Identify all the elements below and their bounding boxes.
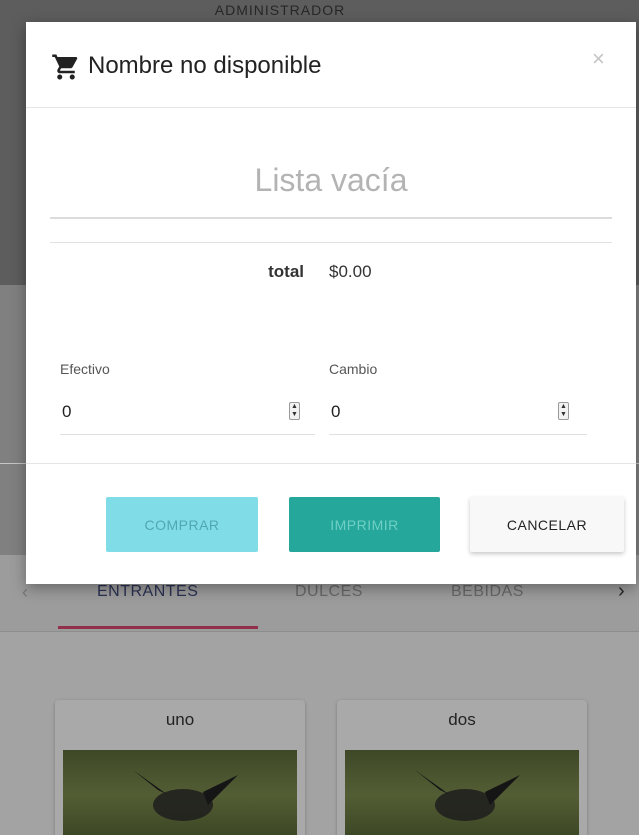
modal-title: Nombre no disponible xyxy=(88,52,322,79)
imprimir-button[interactable]: IMPRIMIR xyxy=(289,497,440,552)
cancelar-button[interactable]: CANCELAR xyxy=(470,497,624,552)
cambio-value: 0 xyxy=(331,402,341,421)
efectivo-label: Efectivo xyxy=(60,361,110,377)
cambio-spinner[interactable]: ▲ ▼ xyxy=(558,402,569,420)
list-divider xyxy=(50,217,612,219)
cambio-input[interactable]: 0 ▲ ▼ xyxy=(329,400,587,435)
efectivo-spinner[interactable]: ▲ ▼ xyxy=(289,402,300,420)
total-label: total xyxy=(268,262,304,281)
comprar-button[interactable]: COMPRAR xyxy=(106,497,258,552)
efectivo-input[interactable]: 0 ▲ ▼ xyxy=(60,400,315,435)
modal-header: Nombre no disponible × xyxy=(26,22,636,108)
total-value: $0.00 xyxy=(329,262,372,281)
empty-list-message: Lista vacía xyxy=(254,162,408,198)
total-divider xyxy=(50,242,612,243)
shopping-cart-icon xyxy=(50,52,82,82)
cart-modal: Nombre no disponible × Lista vacía total… xyxy=(26,22,636,584)
footer-divider xyxy=(26,463,636,464)
efectivo-value: 0 xyxy=(62,402,72,421)
cambio-label: Cambio xyxy=(329,361,378,377)
close-icon[interactable]: × xyxy=(592,46,605,72)
